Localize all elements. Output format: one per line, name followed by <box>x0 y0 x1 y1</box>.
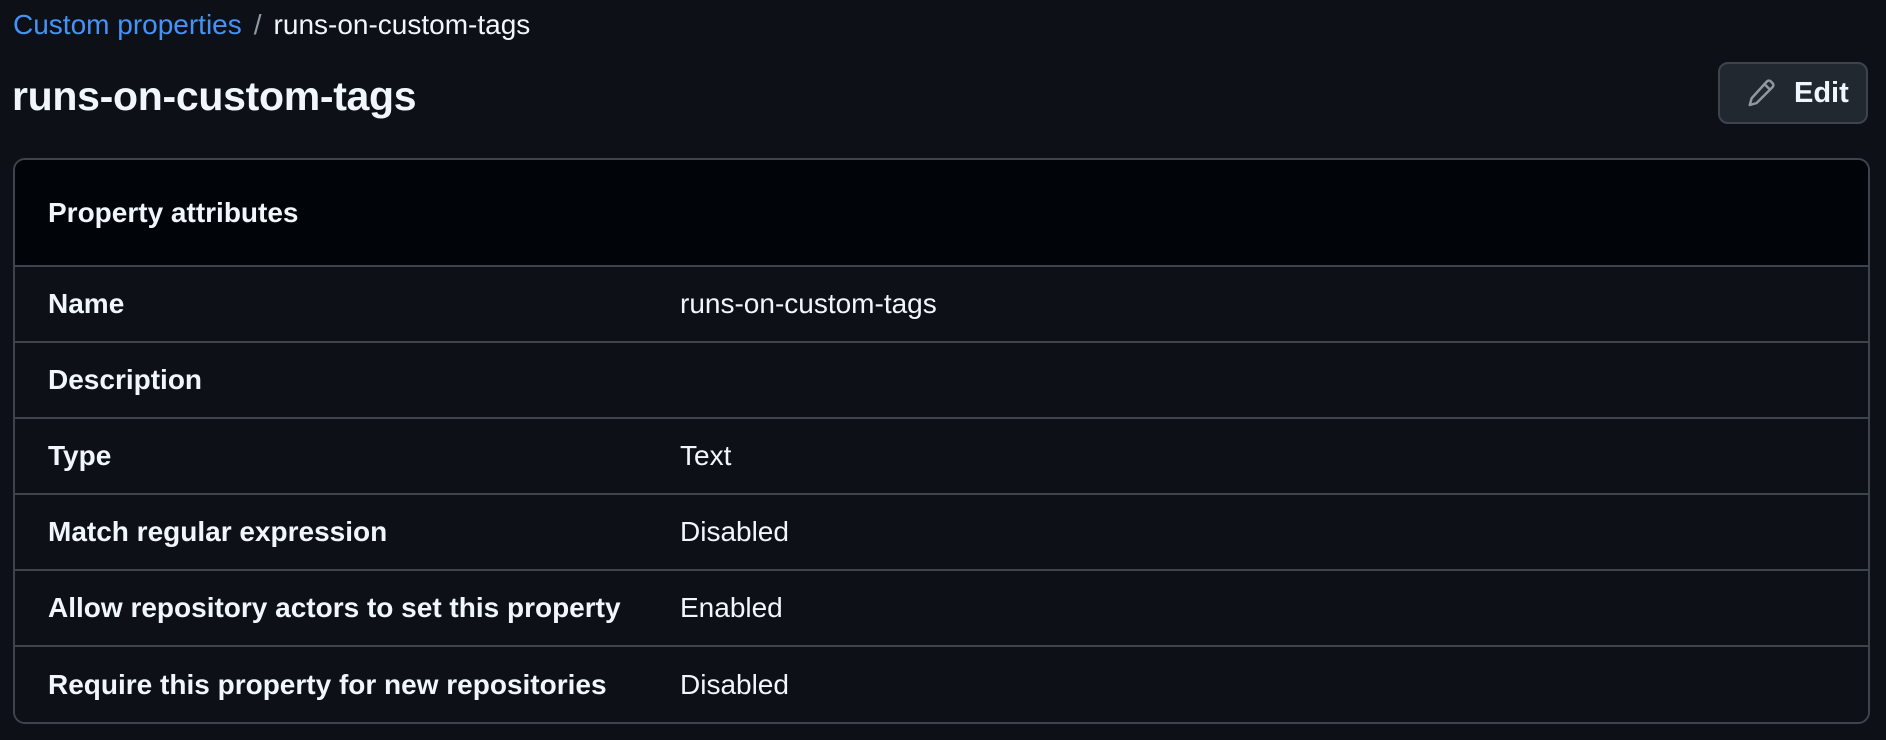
attribute-row-description: Description <box>15 343 1868 419</box>
breadcrumb: Custom properties / runs-on-custom-tags <box>13 7 530 43</box>
attribute-row-type: Type Text <box>15 419 1868 495</box>
edit-button[interactable]: Edit <box>1718 62 1868 124</box>
edit-button-label: Edit <box>1794 76 1849 109</box>
attribute-value: Text <box>680 440 732 471</box>
breadcrumb-separator: / <box>253 9 262 40</box>
pencil-icon <box>1746 78 1776 108</box>
attribute-value: Enabled <box>680 592 783 623</box>
attribute-value: Disabled <box>680 516 789 547</box>
attribute-label: Match regular expression <box>48 516 388 547</box>
attribute-row-match-regex: Match regular expression Disabled <box>15 495 1868 571</box>
attribute-row-require-new-repos: Require this property for new repositori… <box>15 647 1868 722</box>
page-title: runs-on-custom-tags <box>12 73 417 119</box>
attribute-label: Type <box>48 440 112 471</box>
attribute-value: Disabled <box>680 669 789 700</box>
attribute-label: Allow repository actors to set this prop… <box>48 592 621 623</box>
attribute-label: Require this property for new repositori… <box>48 669 607 700</box>
attribute-label: Description <box>48 364 203 395</box>
panel-header: Property attributes <box>15 160 1868 267</box>
attribute-label: Name <box>48 288 125 319</box>
property-attributes-panel: Property attributes Name runs-on-custom-… <box>13 158 1870 724</box>
breadcrumb-current: runs-on-custom-tags <box>273 9 531 40</box>
breadcrumb-link-custom-properties[interactable]: Custom properties <box>13 9 242 41</box>
attribute-value: runs-on-custom-tags <box>680 288 937 319</box>
attribute-row-name: Name runs-on-custom-tags <box>15 267 1868 343</box>
attribute-row-allow-actors: Allow repository actors to set this prop… <box>15 571 1868 647</box>
